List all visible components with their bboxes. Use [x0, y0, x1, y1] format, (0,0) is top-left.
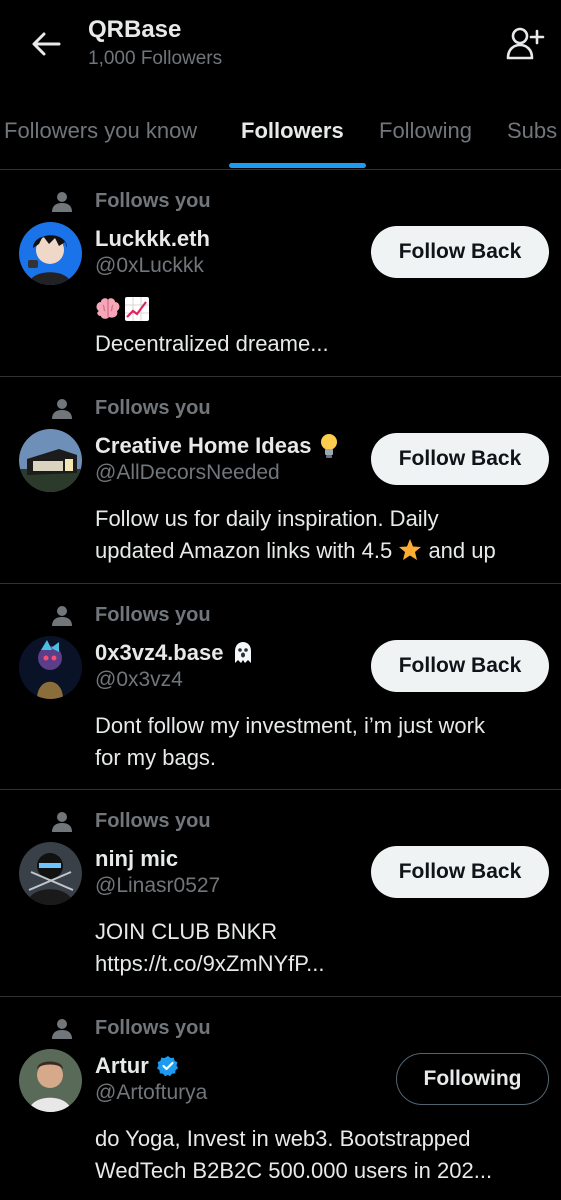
- bio-link[interactable]: https://t.co/9xZmNYfP...: [95, 951, 324, 976]
- bio-emojis: [95, 296, 150, 322]
- user-name[interactable]: Luckkk.eth: [95, 226, 210, 252]
- follows-you-indicator: Follows you: [0, 1015, 300, 1043]
- bio-line: and up: [428, 538, 496, 563]
- user-name[interactable]: Artur: [95, 1053, 149, 1079]
- user-handle: @Linasr0527: [95, 874, 221, 897]
- user-handle: @AllDecorsNeeded: [95, 461, 280, 484]
- tab-subscriptions[interactable]: Subs: [507, 118, 557, 144]
- follows-you-label: Follows you: [95, 604, 211, 626]
- user-bio: JOIN CLUB BNKR https://t.co/9xZmNYfP...: [95, 916, 550, 980]
- follows-you-label: Follows you: [95, 190, 211, 212]
- user-name[interactable]: ninj mic: [95, 846, 178, 872]
- bio-line: updated Amazon links with 4.5: [95, 538, 393, 563]
- avatar[interactable]: [19, 842, 82, 905]
- tab-followers-you-know[interactable]: Followers you know: [4, 118, 197, 144]
- bio-line: do Yoga, Invest in web3. Bootstrapped: [95, 1126, 471, 1151]
- follows-you-indicator: Follows you: [0, 395, 300, 423]
- person-icon: [52, 399, 72, 419]
- list-item[interactable]: Follows you ninj mic @Linasr0527 Follow …: [0, 790, 561, 997]
- back-arrow-icon[interactable]: [26, 26, 66, 62]
- user-handle: @Artofturya: [95, 1081, 208, 1104]
- user-handle: @0x3vz4: [95, 668, 183, 691]
- star-emoji: [399, 539, 422, 560]
- list-item[interactable]: Follows you Artur @Artofturya Following …: [0, 997, 561, 1200]
- person-icon: [52, 192, 72, 212]
- bio-line: JOIN CLUB BNKR: [95, 919, 278, 944]
- avatar[interactable]: [19, 429, 82, 492]
- follows-you-indicator: Follows you: [0, 808, 300, 836]
- followers-list: Follows you Luckkk.eth @0xLuckkk Follow …: [0, 170, 561, 1200]
- verified-badge-icon: [156, 1056, 178, 1077]
- follower-count: 1,000 Followers: [88, 48, 223, 69]
- follows-you-indicator: Follows you: [0, 188, 300, 216]
- user-name[interactable]: 0x3vz4.base: [95, 640, 223, 666]
- follow-back-button[interactable]: Follow Back: [371, 433, 549, 485]
- brain-emoji: [95, 296, 121, 322]
- light-bulb-emoji: [321, 434, 338, 458]
- follow-back-button[interactable]: Follow Back: [371, 846, 549, 898]
- page-title: QRBase: [88, 16, 182, 43]
- bio-line: Dont follow my investment, i’m just work: [95, 713, 485, 738]
- follow-back-button[interactable]: Follow Back: [371, 640, 549, 692]
- follows-you-label: Follows you: [95, 1017, 211, 1039]
- person-icon: [52, 812, 72, 832]
- avatar[interactable]: [19, 222, 82, 285]
- tab-followers[interactable]: Followers: [241, 118, 344, 144]
- ghost-emoji: [235, 642, 252, 663]
- follows-you-indicator: Follows you: [0, 602, 300, 630]
- following-button[interactable]: Following: [396, 1053, 549, 1105]
- bio-line: WedTech B2B2C 500.000 users in 202...: [95, 1158, 493, 1183]
- user-bio: Decentralized dreame...: [95, 331, 329, 356]
- person-icon: [52, 606, 72, 626]
- avatar[interactable]: [19, 636, 82, 699]
- bio-line: Follow us for daily inspiration. Daily: [95, 506, 439, 531]
- top-bar: QRBase 1,000 Followers: [0, 0, 561, 100]
- user-bio: do Yoga, Invest in web3. Bootstrapped We…: [95, 1123, 550, 1187]
- user-bio: Follow us for daily inspiration. Daily u…: [95, 503, 550, 567]
- person-icon: [52, 1019, 72, 1039]
- tab-bar: Followers you know Followers Following S…: [0, 104, 561, 170]
- follows-you-label: Follows you: [95, 810, 211, 832]
- bio-line: for my bags.: [95, 745, 217, 770]
- follow-back-button[interactable]: Follow Back: [371, 226, 549, 278]
- user-name[interactable]: Creative Home Ideas: [95, 433, 311, 459]
- chart-increasing-emoji: [124, 296, 150, 322]
- active-tab-indicator: [229, 163, 366, 168]
- follows-you-label: Follows you: [95, 397, 211, 419]
- avatar[interactable]: [19, 1049, 82, 1112]
- list-item[interactable]: Follows you 0x3vz4.base @0x3vz4 Follow B…: [0, 584, 561, 790]
- user-bio: Dont follow my investment, i’m just work…: [95, 710, 550, 774]
- list-item[interactable]: Follows you Creative Home Ideas @AllDeco…: [0, 377, 561, 584]
- list-item[interactable]: Follows you Luckkk.eth @0xLuckkk Follow …: [0, 170, 561, 377]
- tab-following[interactable]: Following: [379, 118, 472, 144]
- add-user-icon[interactable]: [503, 22, 547, 66]
- user-handle: @0xLuckkk: [95, 254, 204, 277]
